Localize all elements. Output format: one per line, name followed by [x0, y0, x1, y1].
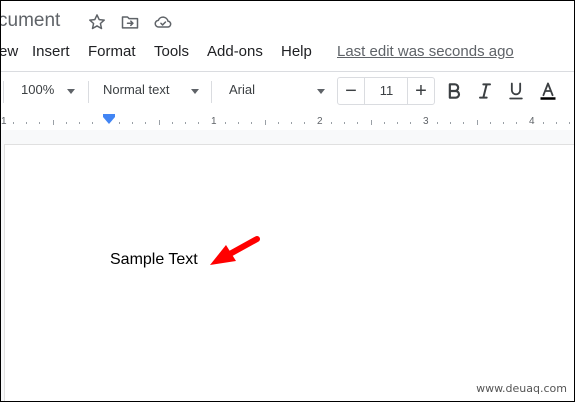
text-color-swatch — [540, 97, 556, 100]
menu-insert[interactable]: Insert — [32, 43, 70, 60]
menu-help[interactable]: Help — [281, 43, 312, 60]
font-family-select[interactable]: Arial — [229, 82, 255, 102]
ruler-number: 2 — [317, 116, 323, 127]
document-body-text[interactable]: Sample Text — [110, 251, 198, 269]
left-indent-marker-icon[interactable] — [103, 117, 115, 124]
font-dropdown-arrow-icon[interactable] — [317, 89, 325, 94]
font-size-control: − 11 + — [337, 77, 435, 105]
decrease-font-size-button[interactable]: − — [338, 78, 365, 104]
menu-view[interactable]: ew — [1, 43, 18, 60]
bold-icon[interactable] — [442, 79, 466, 103]
ruler-track: 1 1 1 2 3 4 — [1, 114, 574, 128]
toolbar-divider — [88, 81, 89, 103]
watermark: www.deuaq.com — [476, 382, 567, 395]
ruler-number: 1 — [211, 116, 217, 127]
ruler: 1 1 1 2 3 4 — [1, 112, 574, 130]
document-title[interactable]: cument — [1, 10, 60, 32]
star-icon[interactable] — [87, 12, 107, 32]
menu-tools[interactable]: Tools — [154, 43, 189, 60]
toolbar-divider — [211, 81, 212, 103]
underline-icon[interactable] — [504, 79, 528, 103]
last-edit-link[interactable]: Last edit was seconds ago — [337, 43, 514, 60]
cloud-saved-icon[interactable] — [153, 12, 173, 32]
style-dropdown-arrow-icon[interactable] — [191, 89, 199, 94]
window-frame: cument ew Insert Format Tools Add-ons He… — [0, 0, 575, 402]
menu-bar: ew Insert Format Tools Add-ons Help Last… — [1, 43, 574, 63]
toolbar-divider — [3, 81, 4, 103]
ruler-number: 1 — [1, 116, 7, 127]
zoom-dropdown-arrow-icon[interactable] — [67, 89, 75, 94]
text-color-icon[interactable] — [536, 79, 560, 103]
increase-font-size-button[interactable]: + — [407, 78, 434, 104]
title-bar: cument — [1, 1, 574, 43]
menu-format[interactable]: Format — [88, 43, 136, 60]
ruler-number: 4 — [529, 116, 535, 127]
font-size-input[interactable]: 11 — [365, 78, 408, 104]
ruler-number: 3 — [423, 116, 429, 127]
italic-icon[interactable] — [473, 79, 497, 103]
move-to-folder-icon[interactable] — [120, 12, 140, 32]
zoom-select[interactable]: 100% — [21, 82, 54, 102]
paragraph-style-select[interactable]: Normal text — [103, 82, 169, 102]
menu-add-ons[interactable]: Add-ons — [207, 43, 263, 60]
red-arrow-annotation-icon — [210, 236, 260, 265]
document-page[interactable] — [4, 144, 574, 401]
